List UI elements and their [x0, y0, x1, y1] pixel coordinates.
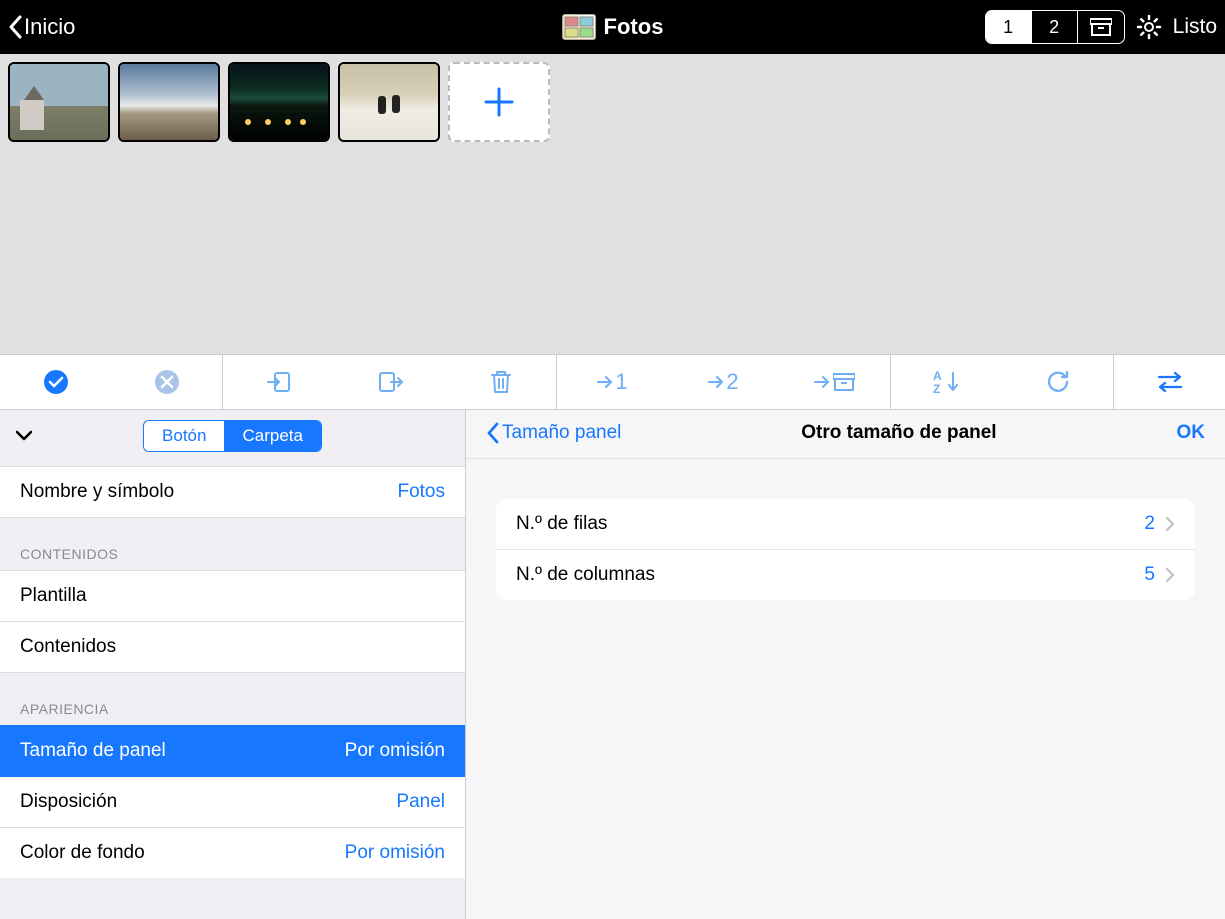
collapse-toggle[interactable] — [14, 429, 34, 443]
cols-label: N.º de columnas — [516, 564, 655, 586]
size-card: N.º de filas 2 N.º de columnas 5 — [496, 499, 1195, 600]
template-label: Plantilla — [20, 585, 87, 607]
type-folder-segment[interactable]: Carpeta — [224, 421, 320, 451]
type-button-segment[interactable]: Botón — [144, 421, 224, 451]
view-segment-2[interactable]: 2 — [1032, 11, 1078, 43]
section-appearance-label: APARIENCIA — [0, 673, 465, 725]
bgcolor-label: Color de fondo — [20, 842, 145, 864]
export-button[interactable] — [334, 355, 445, 409]
deselect-circle-icon — [154, 369, 180, 395]
rows-label: N.º de filas — [516, 513, 607, 535]
ok-button[interactable]: OK — [1177, 422, 1206, 444]
trash-icon — [489, 369, 513, 395]
right-back-button[interactable]: Tamaño panel — [486, 422, 621, 444]
layout-label: Disposición — [20, 791, 117, 813]
sort-az-icon: AZ — [933, 369, 961, 395]
toolbar-group-edit — [223, 355, 557, 409]
panel-size-label: Tamaño de panel — [20, 740, 166, 762]
arrow-right-icon — [814, 375, 830, 389]
toolbar-group-select — [0, 355, 223, 409]
toolbar-group-swap — [1114, 355, 1225, 409]
svg-text:Z: Z — [933, 382, 940, 395]
top-header: Inicio Fotos 1 2 Listo — [0, 0, 1225, 54]
name-symbol-row[interactable]: Nombre y símbolo Fotos — [0, 466, 465, 518]
chevron-right-icon — [1165, 567, 1175, 583]
bgcolor-row[interactable]: Color de fondo Por omisión — [0, 828, 465, 878]
right-pane: Tamaño panel Otro tamaño de panel OK N.º… — [466, 410, 1225, 919]
name-symbol-value: Fotos — [397, 481, 445, 503]
delete-button[interactable] — [445, 355, 556, 409]
header-right-controls: 1 2 Listo — [985, 10, 1217, 44]
move-to-2-button[interactable]: 2 — [668, 355, 779, 409]
move-to-1-button[interactable]: 1 — [557, 355, 668, 409]
chevron-down-icon — [14, 429, 34, 443]
photo-thumb-1[interactable] — [8, 62, 110, 142]
view-segment-control: 1 2 — [985, 10, 1125, 44]
chevron-left-icon — [8, 15, 24, 39]
import-button[interactable] — [223, 355, 334, 409]
panel-size-value: Por omisión — [345, 740, 445, 762]
type-segment-control: Botón Carpeta — [143, 420, 322, 452]
chevron-left-icon — [486, 422, 500, 444]
photo-thumb-4[interactable] — [338, 62, 440, 142]
rows-value: 2 — [1144, 513, 1155, 535]
archive-icon — [1090, 17, 1112, 37]
import-icon — [266, 369, 292, 395]
page-title: Fotos — [604, 14, 664, 40]
template-row[interactable]: Plantilla — [0, 570, 465, 622]
photo-thumb-2[interactable] — [118, 62, 220, 142]
archive-icon — [833, 372, 855, 392]
layout-row[interactable]: Disposición Panel — [0, 777, 465, 828]
arrow-right-icon — [708, 375, 724, 389]
cols-row[interactable]: N.º de columnas 5 — [496, 549, 1195, 600]
check-circle-fill-icon — [43, 369, 69, 395]
contents-label: Contenidos — [20, 636, 116, 658]
view-segment-1[interactable]: 1 — [986, 11, 1032, 43]
right-title: Otro tamaño de panel — [621, 422, 1176, 444]
deselect-all-button[interactable] — [111, 355, 222, 409]
action-toolbar: 1 2 AZ — [0, 354, 1225, 410]
right-back-label: Tamaño panel — [502, 422, 621, 444]
swap-button[interactable] — [1114, 355, 1225, 409]
section-contents-label: CONTENIDOS — [0, 518, 465, 570]
refresh-icon — [1045, 369, 1071, 395]
move-to-1-label: 1 — [615, 369, 627, 395]
swap-icon — [1156, 371, 1184, 393]
right-pane-header: Tamaño panel Otro tamaño de panel OK — [466, 410, 1225, 459]
toolbar-group-sort: AZ — [891, 355, 1114, 409]
move-to-archive-button[interactable] — [779, 355, 890, 409]
left-pane: Botón Carpeta Nombre y símbolo Fotos CON… — [0, 410, 466, 919]
export-icon — [377, 369, 403, 395]
contents-row[interactable]: Contenidos — [0, 622, 465, 673]
back-label: Inicio — [24, 14, 75, 40]
left-pane-header: Botón Carpeta — [0, 410, 465, 466]
chevron-right-icon — [1165, 516, 1175, 532]
select-all-button[interactable] — [0, 355, 111, 409]
toolbar-group-move: 1 2 — [557, 355, 891, 409]
move-to-2-label: 2 — [726, 369, 738, 395]
done-button[interactable]: Listo — [1173, 15, 1217, 39]
add-photo-button[interactable] — [448, 62, 550, 142]
cols-value: 5 — [1144, 564, 1155, 586]
page-title-group: Fotos — [562, 14, 664, 40]
plus-icon — [482, 85, 516, 119]
photo-thumb-3[interactable] — [228, 62, 330, 142]
sort-az-button[interactable]: AZ — [891, 355, 1002, 409]
thumbnail-area — [0, 54, 1225, 354]
app-icon — [562, 14, 596, 40]
gear-icon — [1135, 13, 1163, 41]
arrow-right-icon — [597, 375, 613, 389]
lower-split: Botón Carpeta Nombre y símbolo Fotos CON… — [0, 410, 1225, 919]
svg-text:A: A — [933, 369, 942, 383]
rows-row[interactable]: N.º de filas 2 — [496, 499, 1195, 549]
view-segment-archive[interactable] — [1078, 11, 1124, 43]
layout-value: Panel — [396, 791, 445, 813]
settings-button[interactable] — [1135, 13, 1163, 41]
back-button[interactable]: Inicio — [8, 14, 75, 40]
name-symbol-label: Nombre y símbolo — [20, 481, 174, 503]
refresh-button[interactable] — [1002, 355, 1113, 409]
right-content: N.º de filas 2 N.º de columnas 5 — [466, 459, 1225, 640]
panel-size-row[interactable]: Tamaño de panel Por omisión — [0, 725, 465, 777]
bgcolor-value: Por omisión — [345, 842, 445, 864]
